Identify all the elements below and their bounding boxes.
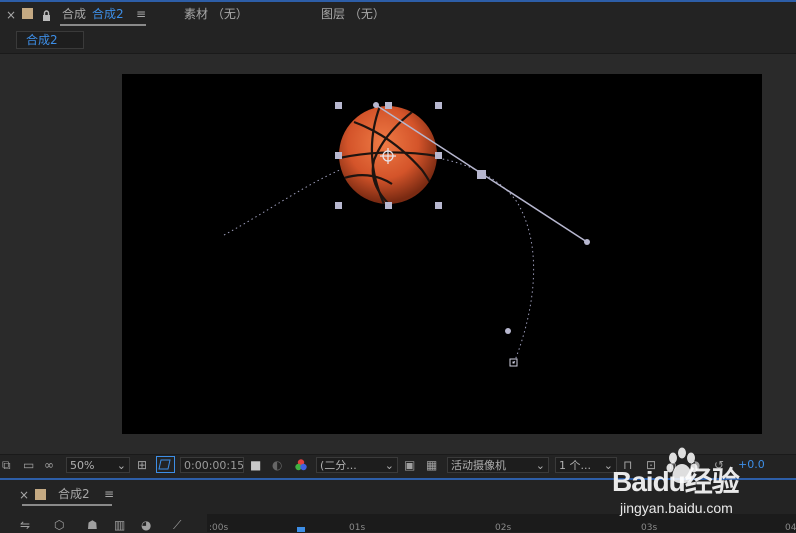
- footage-tab[interactable]: 素材 （无）: [184, 7, 248, 21]
- draft-3d-icon[interactable]: ⬡: [54, 518, 64, 532]
- resolution-dropdown[interactable]: (二分... ⌄: [316, 457, 398, 473]
- keyframe-handle: [477, 170, 486, 179]
- zoom-value: 50%: [70, 459, 95, 472]
- roi-icon: [158, 459, 171, 470]
- resolution-value: (二分...: [320, 459, 357, 472]
- chevron-down-icon: ⌄: [535, 459, 545, 472]
- fast-previews-icon[interactable]: ▣: [404, 458, 415, 472]
- layer-tab[interactable]: 图层 （无）: [321, 7, 385, 21]
- chevron-down-icon: ⌄: [116, 459, 126, 472]
- baidu-watermark: Baidu经验 jingyan.baidu.com: [600, 444, 796, 532]
- lock-icon[interactable]: [42, 7, 51, 21]
- close-panel-icon[interactable]: ×: [6, 8, 16, 22]
- camera-snapshot-icon[interactable]: ■: [250, 458, 261, 472]
- zoom-dropdown[interactable]: 50% ⌄: [66, 457, 130, 473]
- close-timeline-icon[interactable]: ×: [19, 488, 29, 502]
- views-value: 1 个...: [559, 459, 591, 472]
- motion-blur-icon[interactable]: ◕: [141, 518, 151, 532]
- show-snapshot-icon[interactable]: ◐: [272, 458, 282, 472]
- path-point: [505, 328, 511, 334]
- canvas-overlay: [223, 102, 590, 367]
- camera-dropdown[interactable]: 活动摄像机 ⌄: [447, 457, 549, 473]
- active-tab-underline: [60, 24, 146, 26]
- chevron-down-icon: ⌄: [384, 459, 394, 472]
- comp-tab-label[interactable]: 合成2: [92, 7, 124, 21]
- comp-navigator-bar: [0, 28, 796, 54]
- panel-menu-icon[interactable]: ≡: [136, 7, 146, 21]
- transparency-grid-icon[interactable]: ▦: [426, 458, 437, 472]
- timeline-comp-tab[interactable]: 合成2: [58, 487, 90, 501]
- comp-color-swatch: [22, 8, 33, 19]
- color-channels-icon[interactable]: [294, 458, 308, 475]
- camera-value: 活动摄像机: [451, 459, 506, 472]
- comp-tab-prefix: 合成: [62, 7, 87, 21]
- comp-flowchart-icon[interactable]: ⇋: [20, 518, 30, 532]
- always-preview-icon[interactable]: ⧉: [2, 458, 11, 472]
- tangent-handle-start: [373, 102, 379, 108]
- composition-canvas[interactable]: [122, 74, 762, 434]
- shy-layers-icon[interactable]: ☗: [87, 518, 98, 532]
- monitor-icon[interactable]: ▭: [23, 458, 34, 472]
- graph-editor-icon[interactable]: ⟋: [173, 518, 181, 532]
- timeline-menu-icon[interactable]: ≡: [104, 487, 114, 501]
- current-time-display[interactable]: 0:00:00:15: [180, 457, 244, 473]
- region-of-interest-button[interactable]: [156, 456, 175, 473]
- watermark-url: jingyan.baidu.com: [620, 500, 733, 516]
- tangent-handle-end: [584, 239, 590, 245]
- watermark-brand: Baidu经验: [612, 466, 740, 497]
- mask-visibility-icon[interactable]: ∞: [44, 458, 54, 472]
- comp-breadcrumb[interactable]: 合成2: [16, 31, 84, 49]
- frame-blending-icon[interactable]: ▥: [114, 518, 125, 532]
- playhead[interactable]: [297, 527, 305, 532]
- timeline-comp-swatch: [35, 489, 46, 500]
- timeline-tab-underline: [22, 504, 112, 506]
- safe-margins-icon[interactable]: ⊞: [137, 458, 147, 472]
